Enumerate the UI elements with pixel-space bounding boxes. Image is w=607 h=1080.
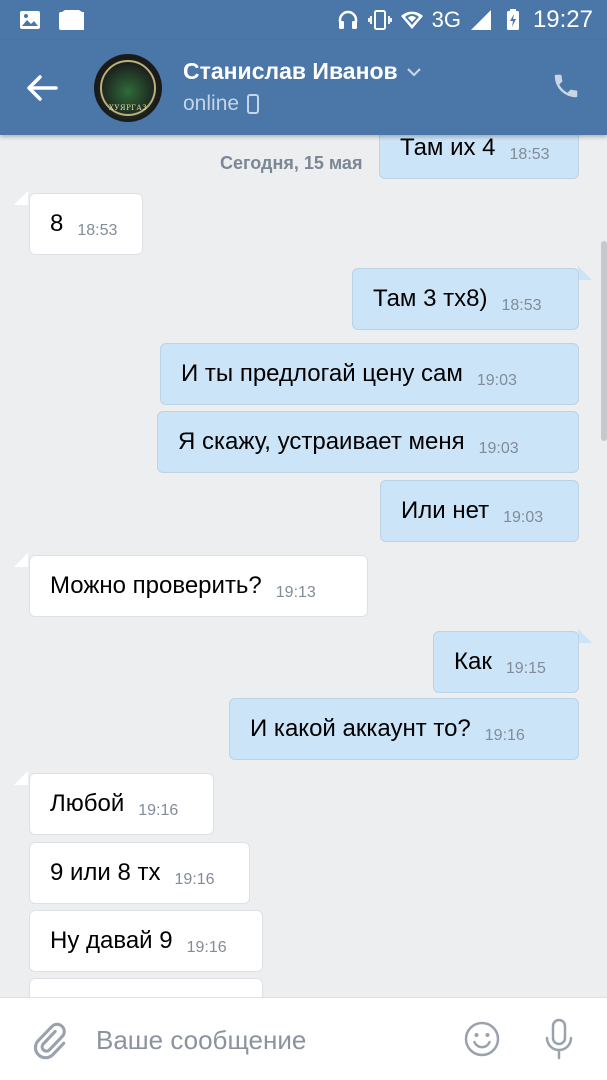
outgoing-message[interactable]: И ты предлогай цену сам 19:03 — [160, 343, 579, 405]
message-time: 18:53 — [509, 146, 550, 163]
outgoing-message[interactable]: Или нет 19:03 — [380, 480, 579, 542]
outgoing-message[interactable]: Там их 4 18:53 — [379, 135, 579, 179]
message-text: Я скажу, устраивает меня — [178, 428, 465, 455]
battery-charging-icon — [506, 9, 519, 30]
message-time: 19:16 — [484, 727, 525, 744]
message-text: Ну давай 9 — [50, 927, 173, 954]
wifi-icon — [400, 11, 423, 29]
message-time: 19:15 — [505, 660, 546, 677]
bubble-tail — [14, 191, 28, 205]
clock: 19:27 — [532, 6, 593, 33]
message-time: 19:03 — [503, 509, 544, 526]
message-time: 18:53 — [501, 297, 542, 314]
phone-icon[interactable] — [551, 70, 581, 102]
message-text: 9 или 8 тх — [50, 859, 161, 886]
message-text: Там 3 тх8) — [373, 285, 488, 312]
message-text: Там их 4 — [400, 135, 496, 161]
outgoing-message[interactable]: Я скажу, устраивает меня 19:03 — [157, 411, 579, 473]
message-time: 19:03 — [478, 440, 519, 457]
chat-header: ХУЯРГАЗ Станислав Иванов online — [0, 40, 607, 135]
emoji-icon[interactable] — [463, 1020, 501, 1058]
vibrate-icon — [367, 10, 392, 30]
message-time: 19:16 — [174, 871, 215, 888]
incoming-message[interactable]: Ну давай 9 19:16 — [29, 910, 263, 972]
headphones-icon — [338, 10, 357, 29]
bubble-tail — [14, 553, 28, 567]
avatar[interactable]: ХУЯРГАЗ — [94, 54, 162, 122]
microphone-icon[interactable] — [543, 1018, 575, 1060]
bubble-tail — [578, 629, 592, 643]
contact-name-text: Станислав Иванов — [183, 58, 398, 84]
online-status: online — [183, 92, 260, 116]
back-arrow-icon[interactable] — [22, 68, 62, 108]
signal-icon — [470, 10, 491, 30]
outgoing-message[interactable]: Как 19:15 — [433, 631, 579, 693]
incoming-message[interactable]: Любой 19:16 — [29, 773, 214, 835]
message-text: 8 — [50, 210, 64, 237]
scrollbar[interactable] — [601, 241, 607, 441]
gallery-icon — [20, 11, 40, 29]
message-composer — [0, 997, 607, 1080]
message-text: И ты предлогай цену сам — [181, 360, 463, 387]
message-text: И какой аккаунт то? — [250, 715, 471, 742]
incoming-message[interactable]: 8 18:53 — [29, 193, 143, 255]
date-separator: Сегодня, 15 мая — [220, 153, 363, 173]
paperclip-icon[interactable] — [30, 1020, 66, 1060]
mobile-device-icon — [247, 94, 260, 114]
status-bar: 3G 19:27 — [0, 0, 607, 40]
message-icon — [59, 10, 84, 30]
incoming-message[interactable] — [29, 978, 263, 997]
outgoing-message[interactable]: Там 3 тх8) 18:53 — [352, 268, 579, 330]
message-time: 18:53 — [77, 222, 118, 239]
message-text: Можно проверить? — [50, 572, 262, 599]
message-time: 19:16 — [186, 939, 227, 956]
message-input[interactable] — [96, 1018, 436, 1062]
message-time: 19:13 — [275, 584, 316, 601]
message-list[interactable]: Сегодня, 15 мая Там их 4 18:53 8 18:53 Т… — [0, 135, 607, 997]
message-text: Или нет — [401, 497, 490, 524]
message-text: Как — [454, 648, 492, 675]
network-type: 3G — [431, 7, 461, 32]
status-text: online — [183, 92, 240, 115]
message-text: Любой — [50, 790, 125, 817]
incoming-message[interactable]: 9 или 8 тх 19:16 — [29, 842, 250, 904]
chevron-down-icon — [406, 67, 421, 77]
incoming-message[interactable]: Можно проверить? 19:13 — [29, 555, 368, 617]
bubble-tail — [14, 771, 28, 785]
avatar-label: ХУЯРГАЗ — [108, 104, 148, 112]
message-time: 19:03 — [476, 372, 517, 389]
message-time: 19:16 — [138, 802, 179, 819]
contact-name[interactable]: Станислав Иванов — [183, 58, 422, 85]
bubble-tail — [578, 266, 592, 280]
outgoing-message[interactable]: И какой аккаунт то? 19:16 — [229, 698, 579, 760]
